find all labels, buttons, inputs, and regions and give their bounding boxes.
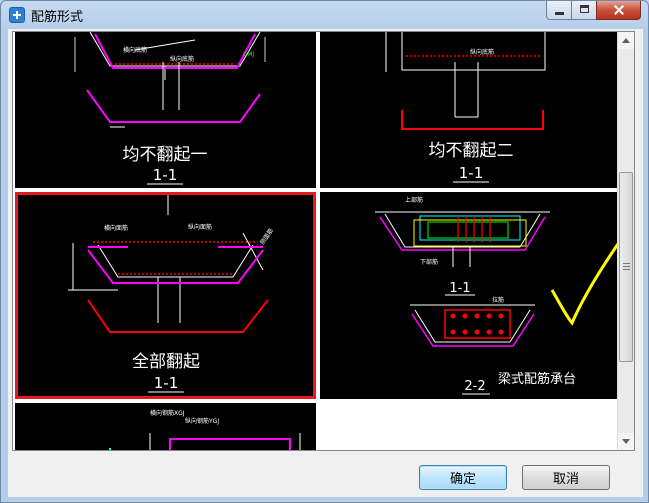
option-caption: 均不翻起二 (429, 141, 514, 161)
footing-drawing: 横向钢筋XGJ 纵向钢筋YGJ (109, 409, 301, 450)
option-caption: 均不翻起一 (123, 145, 208, 165)
rebar-label: 横向钢筋XGJ (150, 409, 185, 417)
window-title: 配筋形式 (31, 10, 84, 25)
footing-drawing: 1-1 上部筋 下部筋 拉筋 2-2 梁式配筋承台 (375, 196, 622, 395)
rebar-label: 横向面筋 (104, 224, 128, 232)
rebar-style-gallery: 横向底筋 纵向底筋 CMJ 均不翻起一 1-1 纵向底筋 均不翻起二 1-1 横… (12, 31, 635, 451)
ok-button[interactable]: 确定 (419, 465, 507, 490)
option-tile-2[interactable]: 纵向底筋 均不翻起二 1-1 (320, 32, 622, 188)
rebar-label: 拉筋 (492, 296, 504, 304)
app-icon (9, 7, 25, 23)
rebar-label: 纵向钢筋YGJ (185, 417, 219, 425)
checkmark-annotation (550, 240, 622, 326)
section-label: 2-2 (464, 379, 485, 394)
title-bar[interactable]: 配筋形式 (1, 1, 648, 29)
rebar-label: CMJ (243, 51, 254, 58)
section-label: 1-1 (449, 281, 470, 296)
scroll-up-button[interactable] (618, 32, 634, 49)
minimize-button[interactable] (546, 1, 572, 20)
rebar-label: 侧面筋 (258, 227, 275, 246)
dialog-client: 横向底筋 纵向底筋 CMJ 均不翻起一 1-1 纵向底筋 均不翻起二 1-1 横… (8, 29, 643, 497)
section-label: 1-1 (154, 374, 179, 392)
footing-drawing: 横向面筋 纵向面筋 侧面筋 全部翻起 1-1 (68, 195, 275, 393)
option-tile-4[interactable]: 1-1 上部筋 下部筋 拉筋 2-2 梁式配筋承台 (320, 192, 622, 399)
cancel-button[interactable]: 取消 (522, 465, 610, 490)
scroll-down-button[interactable] (618, 433, 634, 450)
vertical-scrollbar[interactable] (617, 32, 634, 450)
section-label: 1-1 (153, 166, 178, 184)
dialog-window: 配筋形式 横向底筋 纵向底筋 CMJ 均不翻起一 1-1 纵向底筋 均不翻起二 … (0, 0, 649, 503)
option-caption: 全部翻起 (132, 352, 200, 372)
rebar-label: 下部筋 (420, 258, 438, 266)
section-label: 1-1 (459, 164, 484, 182)
option-tile-3[interactable]: 横向面筋 纵向面筋 侧面筋 全部翻起 1-1 (15, 192, 316, 399)
rebar-label: 上部筋 (405, 196, 423, 204)
option-tile-1[interactable]: 横向底筋 纵向底筋 CMJ 均不翻起一 1-1 (15, 32, 316, 188)
rebar-label: 纵向底筋 (170, 55, 194, 63)
close-button[interactable] (596, 1, 641, 20)
scroll-thumb[interactable] (619, 172, 633, 362)
option-caption: 梁式配筋承台 (498, 371, 576, 387)
footing-drawing: 纵向底筋 均不翻起二 1-1 (385, 32, 546, 183)
footing-drawing: 横向底筋 纵向底筋 CMJ 均不翻起一 1-1 (74, 32, 266, 185)
rebar-label: 横向底筋 (123, 46, 147, 54)
rebar-label: 纵向面筋 (188, 223, 212, 231)
option-tile-5[interactable]: 横向钢筋XGJ 纵向钢筋YGJ (15, 403, 316, 450)
maximize-button[interactable] (571, 1, 597, 20)
rebar-label: 纵向底筋 (470, 48, 494, 56)
